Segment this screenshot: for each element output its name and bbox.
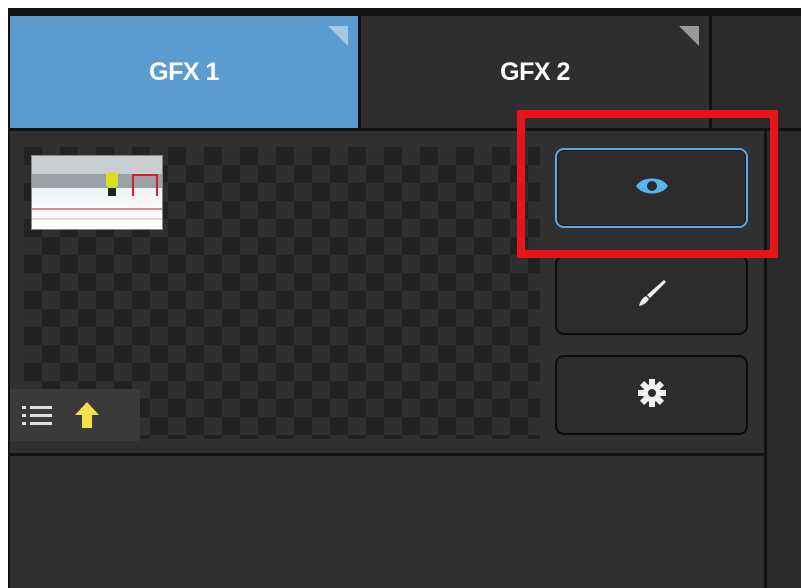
tab-gfx-2-label: GFX 2 [500,57,570,86]
tab-corner-marker [328,26,348,46]
up-arrow-icon[interactable] [74,400,100,430]
preview-toolbar [10,389,140,441]
tab-gfx-1[interactable]: GFX 1 [10,16,358,128]
highlight-box [517,110,778,258]
lower-panel [10,456,764,588]
preview-thumbnail [31,155,163,230]
list-icon[interactable] [22,404,52,426]
graphic-settings-button[interactable] [555,355,748,435]
paintbrush-icon [637,278,667,313]
tab-corner-marker [679,26,699,46]
gear-icon [637,378,667,413]
edit-graphic-button[interactable] [555,255,748,335]
tab-gfx-1-label: GFX 1 [149,57,219,86]
